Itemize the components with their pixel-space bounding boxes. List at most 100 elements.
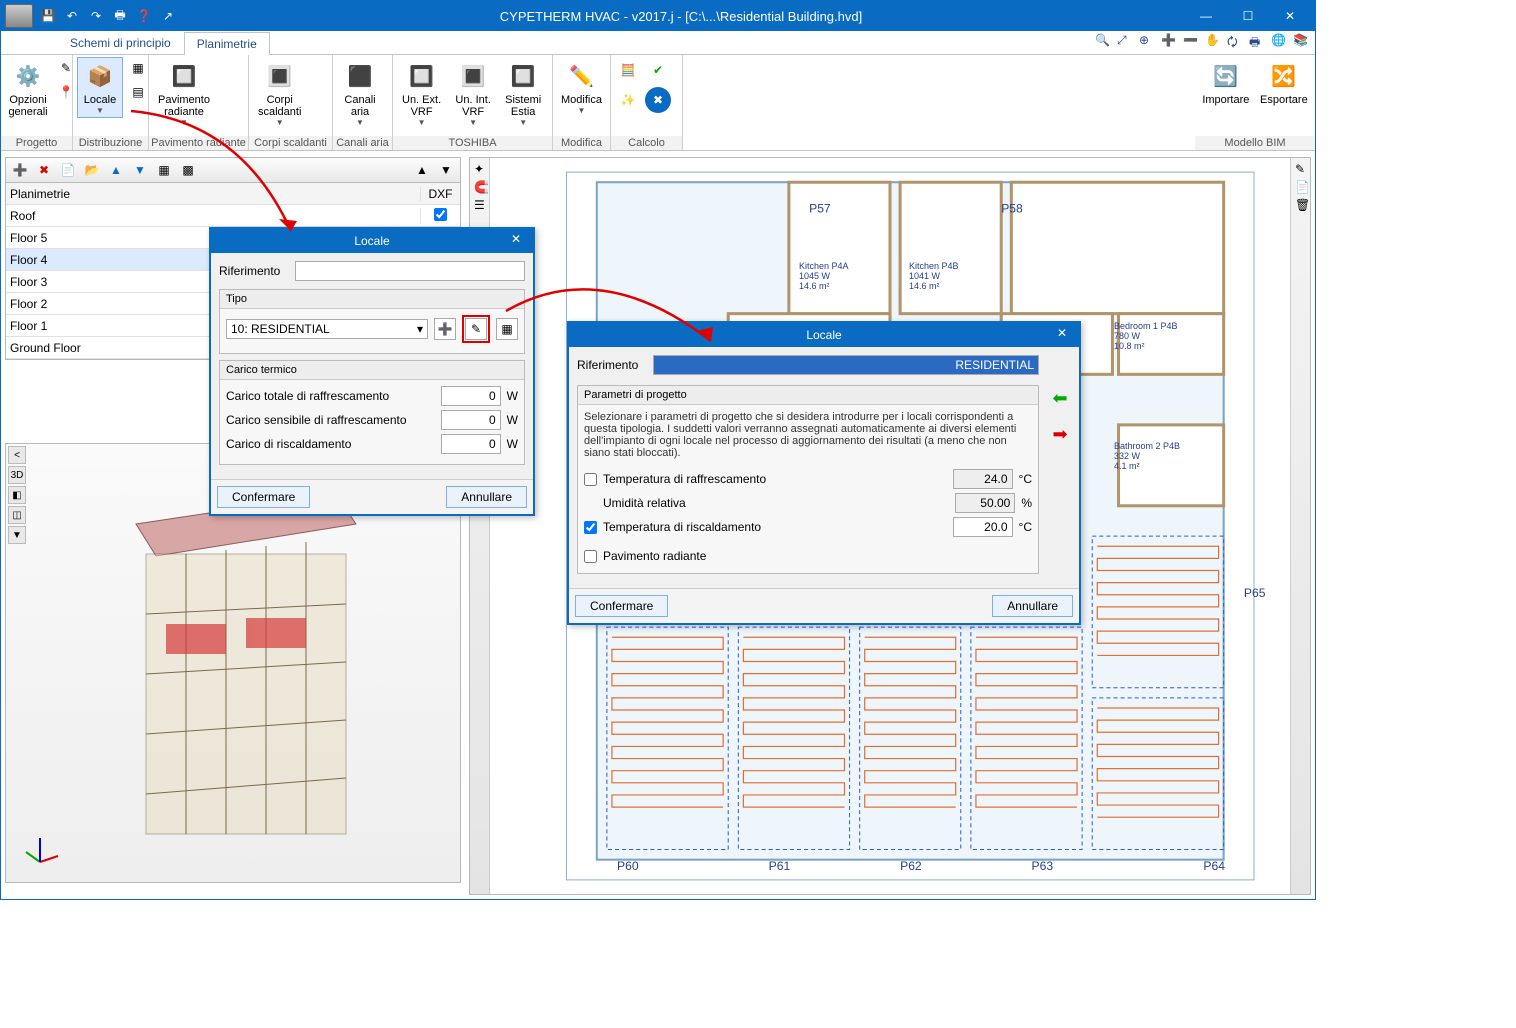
pencil-icon: ✏️ (566, 60, 598, 92)
prev-arrow-icon[interactable]: ⬅ (1049, 387, 1071, 409)
cooling-sensible-input[interactable] (441, 410, 501, 430)
canali-aria-button[interactable]: ⬛ Canaliaria ▼ (337, 57, 383, 130)
copy-floor-icon[interactable]: 📄 (58, 160, 78, 180)
magnet-icon[interactable]: 🧲 (474, 180, 485, 194)
undo-icon[interactable]: ↶ (63, 7, 81, 25)
svg-text:P62: P62 (900, 859, 922, 873)
help-icon[interactable]: ❓ (135, 7, 153, 25)
cancel-button[interactable]: Annullare (992, 595, 1073, 617)
dialog-close-icon[interactable]: ✕ (511, 232, 527, 248)
un-ext-vrf-button[interactable]: 🔲 Un. Ext.VRF ▼ (397, 57, 446, 130)
confirm-button[interactable]: Confermare (575, 595, 668, 617)
room-label: Kitchen P4B1041 W14.6 m² (909, 262, 959, 292)
maximize-button[interactable]: ☐ (1227, 1, 1269, 31)
zoom-in-icon[interactable]: ➕ (1161, 33, 1177, 49)
zoom-extents-icon[interactable]: ⊕ (1139, 33, 1155, 49)
gear-icon: ⚙️ (12, 60, 44, 92)
modifica-button[interactable]: ✏️ Modifica ▼ (557, 57, 606, 118)
view-down-icon[interactable]: ▼ (8, 526, 26, 544)
redo-icon[interactable]: ↷ (87, 7, 105, 25)
tipo-add-icon[interactable]: ➕ (434, 318, 456, 340)
next-arrow-icon[interactable]: ➡ (1049, 423, 1071, 445)
svg-text:P64: P64 (1203, 859, 1225, 873)
check-icon[interactable]: ✔ (645, 57, 671, 83)
info-icon[interactable]: ✖ (645, 87, 671, 113)
dialog-title[interactable]: Locale ✕ (211, 229, 533, 253)
opzioni-generali-button[interactable]: ⚙️ Opzionigenerali (5, 57, 51, 121)
temp-heat-checkbox[interactable] (584, 521, 597, 534)
riferimento-input[interactable] (295, 261, 525, 281)
save-icon[interactable]: 💾 (39, 7, 57, 25)
view-home-icon[interactable]: < (8, 446, 26, 464)
down-icon[interactable]: ▼ (130, 160, 150, 180)
redraw-icon[interactable]: 🗘 (1227, 33, 1243, 49)
temp-cool-label: Temperatura di raffrescamento (603, 472, 947, 486)
tool-edit-icon[interactable]: ✎ (1295, 162, 1306, 176)
import-icon: 🔄 (1210, 60, 1242, 92)
binoculars-icon[interactable]: 🔍 (1095, 33, 1111, 49)
print-icon[interactable]: 🖶 (111, 7, 129, 25)
tab-planimetrie[interactable]: Planimetrie (184, 32, 270, 55)
close-button[interactable]: ✕ (1269, 1, 1311, 31)
locale-button[interactable]: 📦 Locale ▼ (77, 57, 123, 118)
dxf-checkbox[interactable] (434, 208, 447, 221)
zoom-window-icon[interactable]: ⤢ (1117, 33, 1133, 49)
layers-icon[interactable]: 📚 (1293, 33, 1309, 49)
grid-snap-icon[interactable]: ☰ (474, 198, 485, 212)
table-row[interactable]: Roof (6, 205, 460, 227)
distrib-icon-1[interactable]: ▦ (127, 57, 149, 79)
sistemi-estia-button[interactable]: 🔲 SistemiEstia ▼ (500, 57, 546, 130)
riferimento-input[interactable] (653, 355, 1039, 375)
temp-heat-input[interactable] (953, 517, 1013, 537)
pavimento-checkbox[interactable] (584, 550, 597, 563)
collapse-down-icon[interactable]: ▼ (436, 160, 456, 180)
up-icon[interactable]: ▲ (106, 160, 126, 180)
del-floor-icon[interactable]: ✖ (34, 160, 54, 180)
snap-icon[interactable]: ✦ (474, 162, 485, 176)
svg-text:P58: P58 (1001, 202, 1023, 216)
pav-label: Pavimento radiante (603, 549, 1032, 563)
tipo-grid-icon[interactable]: ▦ (496, 318, 518, 340)
heating-label: Carico di riscaldamento (226, 437, 435, 451)
wand-icon[interactable]: ✨ (615, 87, 641, 113)
right-tool-column: ✎ 📄 🗑 (1290, 158, 1310, 894)
calc-icon[interactable]: 🧮 (615, 57, 641, 83)
cancel-button[interactable]: Annullare (446, 486, 527, 508)
dialog-close-icon[interactable]: ✕ (1057, 326, 1073, 342)
collapse-up-icon[interactable]: ▲ (412, 160, 432, 180)
temp-cool-checkbox[interactable] (584, 473, 597, 486)
globe-icon[interactable]: 🌐 (1271, 33, 1287, 49)
grid-icon[interactable]: ▩ (178, 160, 198, 180)
view-cube-icon[interactable]: ◧ (8, 486, 26, 504)
help-text: Selezionare i parametri di progetto che … (584, 411, 1032, 459)
un-int-vrf-button[interactable]: 🔳 Un. Int.VRF ▼ (450, 57, 496, 130)
esportare-button[interactable]: 🔀 Esportare (1257, 57, 1311, 109)
svg-text:P57: P57 (809, 202, 831, 216)
dxf-icon[interactable]: ▦ (154, 160, 174, 180)
cooling-total-label: Carico totale di raffrescamento (226, 389, 435, 403)
heating-input[interactable] (441, 434, 501, 454)
pan-icon[interactable]: ✋ (1205, 33, 1221, 49)
axes-gizmo (20, 832, 60, 872)
add-floor-icon[interactable]: ➕ (10, 160, 30, 180)
tipo-group-title: Tipo (220, 290, 524, 309)
tool-copy-icon[interactable]: 📄 (1295, 180, 1306, 194)
print-view-icon[interactable]: 🖶 (1249, 33, 1265, 49)
tipo-select[interactable]: 10: RESIDENTIAL▾ (226, 319, 428, 339)
importare-button[interactable]: 🔄 Importare (1199, 57, 1253, 109)
distrib-icon-2[interactable]: ▤ (127, 81, 149, 103)
dialog-title[interactable]: Locale ✕ (569, 323, 1079, 347)
view-3d-icon[interactable]: 3D (8, 466, 26, 484)
corpi-scaldanti-button[interactable]: 🔳 Corpiscaldanti ▼ (253, 57, 306, 130)
minimize-button[interactable]: — (1185, 1, 1227, 31)
open-floor-icon[interactable]: 📂 (82, 160, 102, 180)
zoom-out-icon[interactable]: ➖ (1183, 33, 1199, 49)
export-icon[interactable]: ↗ (159, 7, 177, 25)
cooling-total-input[interactable] (441, 386, 501, 406)
tipo-edit-icon[interactable]: ✎ (465, 318, 487, 340)
tool-del-icon[interactable]: 🗑 (1295, 198, 1306, 212)
view-wire-icon[interactable]: ◫ (8, 506, 26, 524)
tab-schemi[interactable]: Schemi di principio (57, 31, 184, 54)
pavimento-radiante-button[interactable]: 🔲 Pavimentoradiante ▼ (153, 57, 215, 130)
confirm-button[interactable]: Confermare (217, 486, 310, 508)
